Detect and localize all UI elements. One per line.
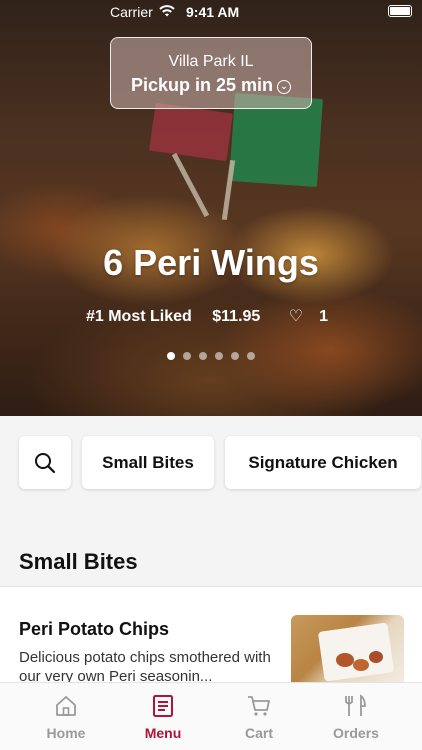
cart-icon [248,696,270,716]
likes-count[interactable]: ♡ 1 [281,308,336,325]
likes-value: 1 [319,308,329,325]
tab-home-label: Home [46,725,86,741]
featured-hero-image[interactable]: Carrier 9:41 AM Villa Park IL Pickup in … [0,0,422,416]
tab-bar: Home Menu Cart Orders [0,682,422,750]
featured-price: $11.95 [212,308,261,325]
thumb-chip [353,659,369,671]
featured-tag: #1 Most Liked [85,308,192,325]
wifi-icon [158,4,176,21]
carousel-dot[interactable] [183,352,191,360]
search-icon [35,452,56,473]
menu-item-card[interactable]: Peri Potato Chips Delicious potato chips… [0,586,422,685]
tab-menu-label: Menu [144,725,182,741]
carousel-dot[interactable] [167,352,175,360]
tab-menu[interactable]: Menu [115,683,211,750]
menu-item-thumbnail [291,615,404,683]
thumb-chip [336,653,354,667]
tab-cart-label: Cart [244,725,273,741]
pickup-label: Pickup in 25 min [130,75,274,95]
battery-icon [388,5,412,17]
chevron-down-icon: ⌄ [277,80,292,94]
tab-orders-label: Orders [333,725,379,741]
home-icon [56,696,76,716]
featured-item-meta: #1 Most Liked $11.95 ♡ 1 [0,306,422,326]
orders-icon [345,694,366,716]
carousel-dot[interactable] [215,352,223,360]
tab-cart[interactable]: Cart [211,683,307,750]
tab-home[interactable]: Home [18,683,114,750]
tab-orders[interactable]: Orders [308,683,404,750]
category-chip-small-bites[interactable]: Small Bites [82,436,214,489]
carrier-label: Carrier [110,4,153,20]
thumb-chip [369,651,383,663]
location-city: Villa Park IL [168,53,254,70]
menu-icon [153,695,173,717]
category-chip-signature-chicken[interactable]: Signature Chicken [225,436,421,489]
menu-item-name: Peri Potato Chips [19,619,170,639]
carousel-dot[interactable] [247,352,255,360]
location-selector[interactable]: Villa Park IL Pickup in 25 min ⌄ [110,37,312,109]
carousel-dots[interactable] [0,352,422,360]
carousel-dot[interactable] [231,352,239,360]
clock: 9:41 AM [186,4,240,20]
thumb-paper [317,622,395,682]
search-button[interactable] [19,436,71,489]
status-bar: Carrier 9:41 AM [0,0,422,24]
featured-item-title: 6 Peri Wings [103,242,319,283]
section-title: Small Bites [19,549,138,574]
heart-icon: ♡ [288,308,304,325]
pickup-time: Pickup in 25 min ⌄ [111,75,311,96]
carousel-dot[interactable] [199,352,207,360]
category-bar: Small Bites Signature Chicken [0,416,422,512]
menu-item-description: Delicious potato chips smothered with ou… [19,649,271,685]
